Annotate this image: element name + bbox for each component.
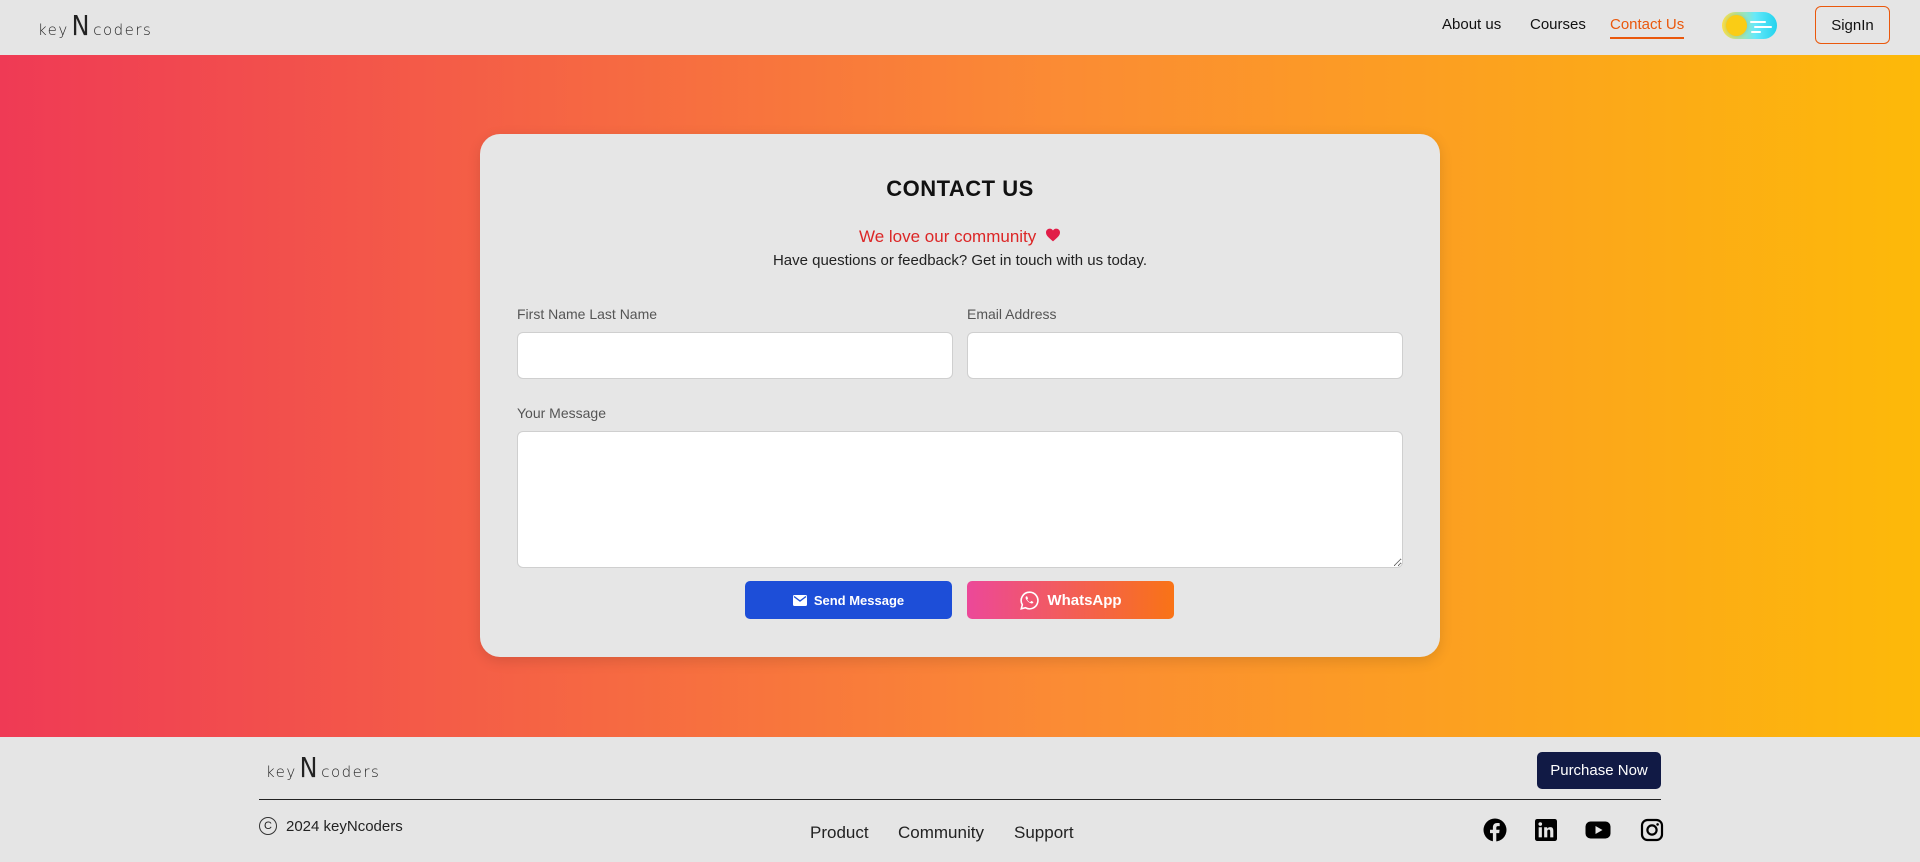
name-label: First Name Last Name	[517, 306, 658, 322]
whatsapp-button[interactable]: WhatsApp	[967, 581, 1174, 619]
facebook-icon[interactable]	[1483, 818, 1507, 842]
toggle-streak	[1754, 26, 1772, 28]
footer-link-community[interactable]: Community	[898, 823, 984, 843]
mail-icon	[792, 594, 807, 606]
linkedin-icon[interactable]	[1535, 819, 1557, 841]
signin-button[interactable]: SignIn	[1815, 6, 1890, 44]
copyright: C 2024 keyNcoders	[259, 817, 403, 835]
subtitle: Have questions or feedback? Get in touch…	[772, 252, 1148, 269]
name-input[interactable]	[517, 332, 953, 379]
toggle-streak	[1750, 21, 1766, 23]
page-title: CONTACT US	[886, 176, 1034, 201]
logo-text-key: key	[266, 763, 297, 781]
message-label: Your Message	[517, 405, 606, 421]
top-navbar: key N coders About us Courses Contact Us…	[0, 0, 1920, 55]
logo-text-n: N	[299, 751, 319, 784]
tagline: We love our community	[480, 227, 1440, 247]
youtube-icon[interactable]	[1585, 818, 1611, 842]
tagline-text: We love our community	[858, 227, 1037, 246]
email-input[interactable]	[967, 332, 1403, 379]
site-footer: key N coders Purchase Now C 2024 keyNcod…	[0, 737, 1920, 862]
theme-toggle-icon[interactable]	[1722, 12, 1777, 39]
nav-contact-us[interactable]: Contact Us	[1610, 16, 1685, 39]
footer-link-support[interactable]: Support	[1014, 823, 1074, 843]
send-message-button[interactable]: Send Message	[745, 581, 952, 619]
whatsapp-icon	[1020, 590, 1040, 610]
toggle-knob	[1726, 15, 1747, 36]
logo-text-key: key	[38, 21, 69, 39]
contact-card: CONTACT US We love our community Have qu…	[480, 134, 1440, 657]
brand-logo[interactable]: key N coders	[38, 9, 153, 42]
message-textarea[interactable]	[517, 431, 1403, 568]
whatsapp-label: WhatsApp	[1047, 591, 1122, 609]
copyright-text: 2024 keyNcoders	[286, 817, 403, 835]
copyright-icon: C	[259, 817, 277, 835]
heart-icon	[1045, 228, 1061, 246]
email-label: Email Address	[967, 306, 1057, 322]
logo-text-n: N	[71, 9, 91, 42]
contact-hero: CONTACT US We love our community Have qu…	[0, 55, 1920, 737]
logo-text-coders: coders	[321, 763, 381, 781]
nav-about-us[interactable]: About us	[1442, 16, 1501, 33]
nav-courses[interactable]: Courses	[1530, 16, 1586, 33]
footer-link-product[interactable]: Product	[810, 823, 869, 843]
purchase-now-button[interactable]: Purchase Now	[1537, 752, 1661, 789]
send-message-label: Send Message	[813, 592, 905, 608]
toggle-streak	[1751, 31, 1761, 33]
footer-divider	[259, 799, 1661, 800]
logo-text-coders: coders	[93, 21, 153, 39]
instagram-icon[interactable]	[1640, 818, 1664, 842]
footer-logo[interactable]: key N coders	[266, 751, 381, 784]
